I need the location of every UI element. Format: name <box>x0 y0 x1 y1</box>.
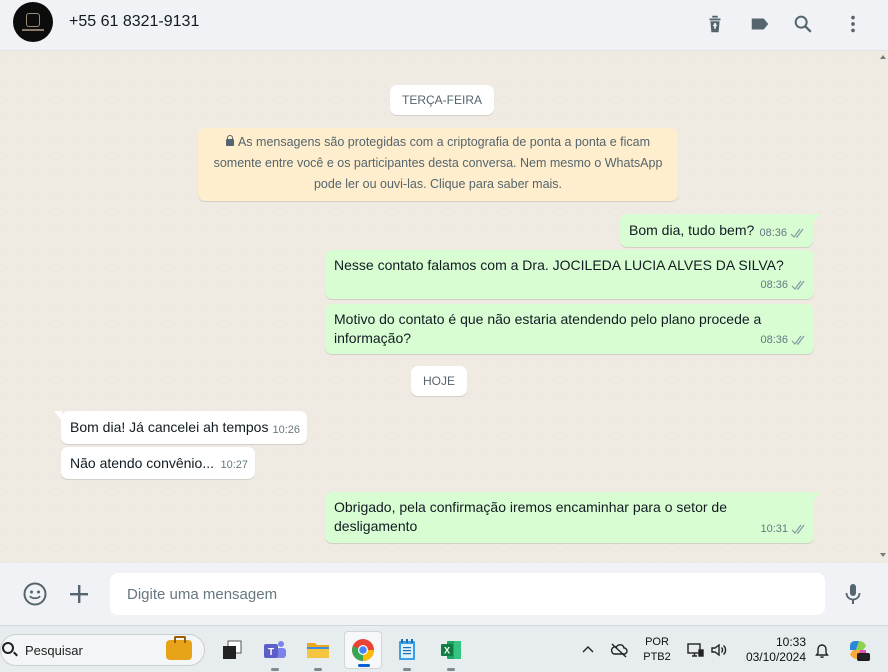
message-time: 10:26 <box>272 424 300 436</box>
chrome-icon[interactable] <box>344 631 382 669</box>
plus-icon[interactable] <box>65 580 93 608</box>
search-icon[interactable] <box>791 12 815 36</box>
svg-text:T: T <box>268 647 274 658</box>
scroll-up-arrow[interactable] <box>880 55 886 59</box>
system-clock[interactable]: 10:33 03/10/2024 <box>738 635 808 665</box>
menu-icon[interactable] <box>841 12 865 36</box>
read-ticks-icon <box>791 524 805 534</box>
message-text: Motivo do contato é que não estaria aten… <box>334 311 762 327</box>
label-icon[interactable] <box>748 12 772 36</box>
message-outgoing[interactable]: Nesse contato falamos com a Dra. JOCILED… <box>325 250 814 299</box>
chevron-up-icon[interactable] <box>579 641 597 659</box>
message-text: desligamento <box>334 518 418 534</box>
emoji-icon[interactable] <box>21 580 49 608</box>
date-divider: HOJE <box>411 366 468 396</box>
onedrive-offline-icon[interactable] <box>610 641 628 659</box>
message-time: 08:36 <box>760 334 788 346</box>
network-icon[interactable] <box>686 641 704 659</box>
message-composer <box>0 563 888 625</box>
message-text: Não atendo convênio... <box>70 455 214 471</box>
svg-text:X: X <box>444 646 450 656</box>
notification-bell-icon[interactable] <box>813 641 831 659</box>
message-text: informação? <box>334 330 412 346</box>
contact-name[interactable]: +55 61 8321-9131 <box>69 13 199 31</box>
read-ticks-icon <box>790 228 804 238</box>
teams-icon[interactable]: T <box>260 635 290 671</box>
message-time: 10:27 <box>220 459 248 471</box>
file-explorer-icon[interactable] <box>303 635 333 671</box>
message-input[interactable] <box>110 573 825 615</box>
encryption-notice[interactable]: As mensagens são protegidas com a cripto… <box>198 128 678 201</box>
chat-header: +55 61 8321-9131 <box>0 0 888 51</box>
delete-icon[interactable] <box>703 12 727 36</box>
message-outgoing[interactable]: Motivo do contato é que não estaria aten… <box>325 304 814 354</box>
message-text: Nesse contato falamos com a Dra. JOCILED… <box>334 257 784 273</box>
message-time: 10:31 <box>760 523 788 535</box>
language-indicator[interactable]: POR PTB2 <box>643 635 671 665</box>
taskbar-search[interactable]: Pesquisar <box>0 634 205 666</box>
message-time: 08:36 <box>760 279 788 291</box>
date-divider: TERÇA-FEIRA <box>390 85 495 115</box>
read-ticks-icon <box>791 335 805 345</box>
message-time: 08:36 <box>759 227 787 239</box>
notepad-icon[interactable] <box>392 635 422 671</box>
message-text: Bom dia! Já cancelei ah tempos <box>70 419 269 435</box>
contact-avatar[interactable] <box>13 2 53 42</box>
copilot-icon[interactable]: PRE <box>846 638 870 662</box>
excel-icon[interactable]: X <box>436 635 466 671</box>
message-incoming[interactable]: Não atendo convênio... 10:27 <box>61 447 255 479</box>
task-view-icon[interactable] <box>217 635 247 665</box>
message-outgoing[interactable]: Obrigado, pela confirmação iremos encami… <box>325 492 821 543</box>
svg-text:PRE: PRE <box>858 655 870 661</box>
message-text: Obrigado, pela confirmação iremos encami… <box>334 499 727 515</box>
logo-icon <box>26 13 40 27</box>
volume-icon[interactable] <box>710 641 728 659</box>
microphone-icon[interactable] <box>839 580 867 608</box>
read-ticks-icon <box>791 280 805 290</box>
message-text: Bom dia, tudo bem? <box>629 222 755 238</box>
lock-icon <box>225 135 234 146</box>
windows-taskbar: Pesquisar T X POR PTB2 10:33 03/10/2024 … <box>0 625 888 672</box>
message-outgoing[interactable]: Bom dia, tudo bem? 08:36 <box>620 214 820 247</box>
message-incoming[interactable]: Bom dia! Já cancelei ah tempos 10:26 <box>54 411 307 444</box>
briefcase-icon <box>166 636 192 660</box>
search-icon <box>2 642 14 654</box>
scroll-down-arrow[interactable] <box>880 553 886 557</box>
